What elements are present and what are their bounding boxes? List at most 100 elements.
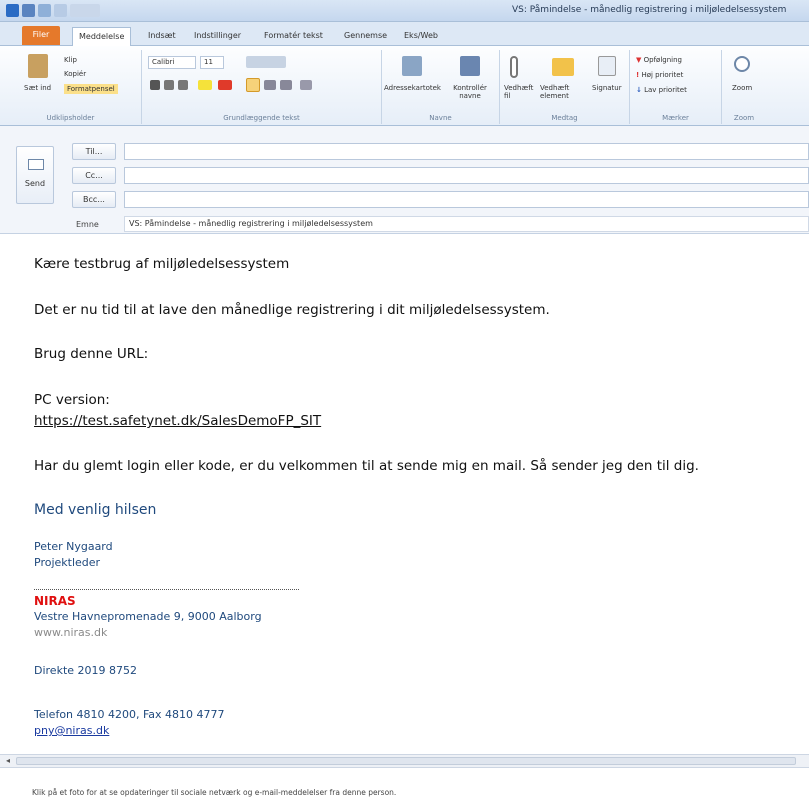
save-icon[interactable] <box>22 4 35 17</box>
cc-field[interactable] <box>124 167 809 184</box>
phone-fax: Telefon 4810 4200, Fax 4810 4777 <box>34 708 225 721</box>
tab-options[interactable]: Indstillinger <box>188 27 247 46</box>
group-tags: ▼ Opfølgning ! Høj prioritet ↓ Lav prior… <box>630 50 722 124</box>
title-bar: VS: Påmindelse - månedlig registrering i… <box>0 0 809 22</box>
body-line-1: Det er nu tid til at lave den månedlige … <box>34 302 550 318</box>
tab-file[interactable]: Filer <box>22 26 60 45</box>
scroll-thumb[interactable] <box>16 757 796 765</box>
group-label: Medtag <box>551 114 578 122</box>
signature-button[interactable]: Signatur <box>592 84 622 92</box>
format-painter-button[interactable]: Formatpensel <box>64 84 118 94</box>
underline-icon[interactable] <box>178 80 188 90</box>
ribbon-tabs: Filer Meddelelse Indsæt Indstillinger Fo… <box>0 22 809 46</box>
group-names: Adressekartotek Kontrollér navne Navne <box>382 50 500 124</box>
bcc-field[interactable] <box>124 191 809 208</box>
high-priority-icon: ! <box>636 71 640 79</box>
group-label: Zoom <box>733 114 755 122</box>
indent-icon[interactable] <box>300 80 312 90</box>
outlook-icon[interactable] <box>6 4 19 17</box>
group-label: Udklipsholder <box>46 114 95 122</box>
people-pane: Klik på et foto for at se opdateringer t… <box>0 768 809 807</box>
company-address: Vestre Havnepromenade 9, 9000 Aalborg <box>34 610 262 623</box>
company-website[interactable]: www.niras.dk <box>34 626 107 639</box>
group-label: Navne <box>429 114 452 122</box>
highlight-icon[interactable] <box>198 80 212 90</box>
tab-message[interactable]: Meddelelse <box>72 27 132 46</box>
font-color-icon[interactable] <box>218 80 232 90</box>
to-field[interactable] <box>124 143 809 160</box>
magnifier-icon[interactable] <box>734 56 750 72</box>
ribbon: Sæt ind Klip Kopiér Formatpensel Udklips… <box>0 46 809 126</box>
group-include: Vedhæft fil Vedhæft element Signatur Med… <box>500 50 630 124</box>
company-name: NIRAS <box>34 594 76 608</box>
high-priority-label: Høj prioritet <box>641 71 684 79</box>
attach-file-icon[interactable] <box>510 56 518 78</box>
bullets-icon[interactable] <box>246 56 286 68</box>
attach-file-button[interactable]: Vedhæft fil <box>504 84 533 100</box>
group-label: Grundlæggende tekst <box>223 114 300 122</box>
window-title: VS: Påmindelse - månedlig registrering i… <box>512 5 787 15</box>
qat-more-icon[interactable] <box>70 4 100 17</box>
tab-review[interactable]: Gennemse <box>338 27 393 46</box>
email-link[interactable]: pny@niras.dk <box>34 724 109 737</box>
send-label: Send <box>24 179 46 188</box>
horizontal-scrollbar[interactable]: ◂ <box>0 754 809 768</box>
group-label: Mærker <box>662 114 689 122</box>
bold-icon[interactable] <box>150 80 160 90</box>
tab-web[interactable]: Eks/Web <box>398 27 444 46</box>
bcc-button[interactable]: Bcc... <box>72 191 116 208</box>
body-line-2: Brug denne URL: <box>34 346 149 362</box>
to-button[interactable]: Til... <box>72 143 116 160</box>
copy-button[interactable]: Kopiér <box>64 70 86 78</box>
body-line-3: Har du glemt login eller kode, er du vel… <box>34 458 699 474</box>
paste-icon[interactable] <box>28 54 48 78</box>
font-size-value: 11 <box>204 58 213 66</box>
signature-icon[interactable] <box>598 56 616 76</box>
signature-role: Projektleder <box>34 556 101 569</box>
align-right-icon[interactable] <box>280 80 292 90</box>
zoom-button[interactable]: Zoom <box>732 84 752 92</box>
italic-icon[interactable] <box>164 80 174 90</box>
check-names-icon[interactable] <box>460 56 480 76</box>
message-body[interactable]: Kære testbrug af miljøledelsessystem Det… <box>0 234 809 754</box>
send-button[interactable]: Send <box>16 146 54 204</box>
address-book-icon[interactable] <box>402 56 422 76</box>
paste-button[interactable]: Sæt ind <box>24 84 51 92</box>
signature-name: Peter Nygaard <box>34 540 113 553</box>
signature-closing: Med venlig hilsen <box>34 502 157 518</box>
subject-value: VS: Påmindelse - månedlig registrering i… <box>129 219 373 228</box>
direct-phone: Direkte 2019 8752 <box>34 664 138 677</box>
follow-up-label: Opfølgning <box>643 56 682 64</box>
redo-icon[interactable] <box>54 4 67 17</box>
low-priority-button[interactable]: ↓ Lav prioritet <box>636 86 687 94</box>
pc-label: PC version: <box>34 392 110 408</box>
scroll-left-icon[interactable]: ◂ <box>2 756 14 766</box>
follow-up-button[interactable]: ▼ Opfølgning <box>636 56 682 64</box>
subject-field[interactable]: VS: Påmindelse - månedlig registrering i… <box>124 216 809 232</box>
attach-item-icon[interactable] <box>552 58 574 76</box>
envelope-icon <box>28 159 44 170</box>
attach-item-button[interactable]: Vedhæft element <box>540 84 580 100</box>
signature-divider <box>34 589 299 590</box>
font-select[interactable]: Calibri <box>148 56 196 69</box>
url-link[interactable]: https://test.safetynet.dk/SalesDemoFP_SI… <box>34 413 321 429</box>
check-names-button[interactable]: Kontrollér navne <box>450 84 490 100</box>
font-value: Calibri <box>152 58 175 66</box>
group-basic-text: Calibri 11 Grundlæggende tekst <box>142 50 382 124</box>
address-book-button[interactable]: Adressekartotek <box>384 84 441 92</box>
align-left-icon[interactable] <box>246 78 260 92</box>
tab-insert[interactable]: Indsæt <box>142 27 182 46</box>
cc-button[interactable]: Cc... <box>72 167 116 184</box>
high-priority-button[interactable]: ! Høj prioritet <box>636 71 683 79</box>
group-clipboard: Sæt ind Klip Kopiér Formatpensel Udklips… <box>0 50 142 124</box>
undo-icon[interactable] <box>38 4 51 17</box>
message-header: Send Til... Cc... Bcc... Emne VS: Påmind… <box>0 126 809 234</box>
low-priority-icon: ↓ <box>636 86 642 94</box>
font-size-select[interactable]: 11 <box>200 56 224 69</box>
cut-button[interactable]: Klip <box>64 56 77 64</box>
align-center-icon[interactable] <box>264 80 276 90</box>
people-pane-text: Klik på et foto for at se opdateringer t… <box>32 788 397 797</box>
tab-format-text[interactable]: Formatér tekst <box>258 27 329 46</box>
subject-label: Emne <box>76 220 99 229</box>
quick-access-toolbar <box>6 4 100 17</box>
